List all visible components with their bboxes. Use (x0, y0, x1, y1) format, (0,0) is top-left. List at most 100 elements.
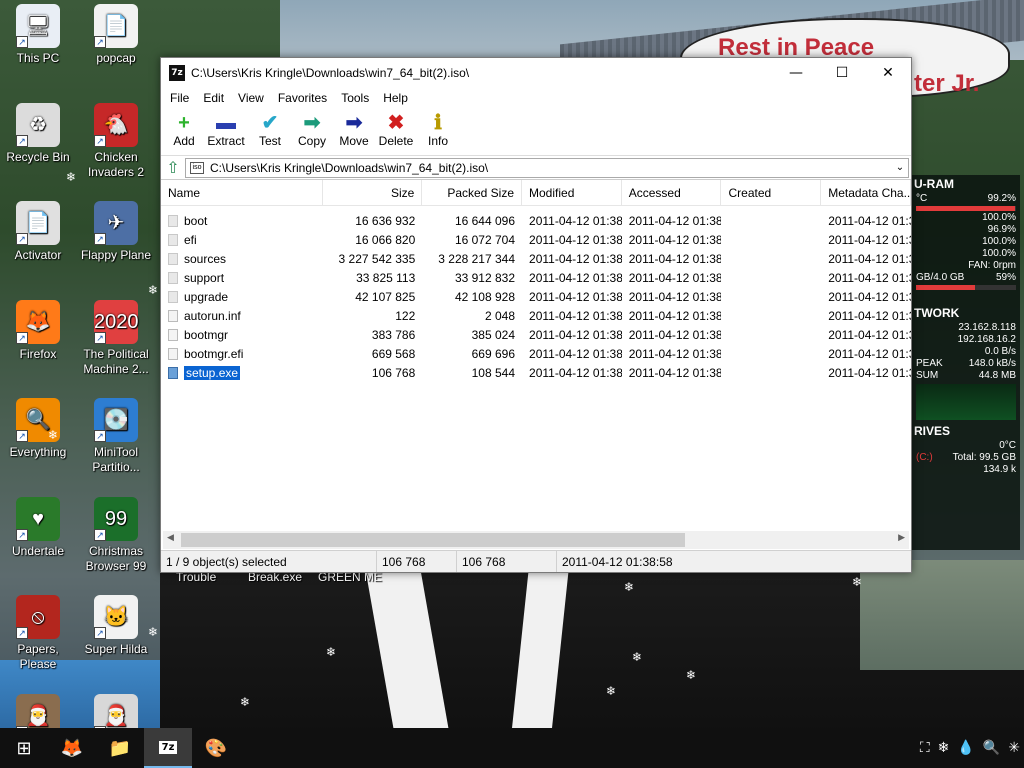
desktop-icon[interactable]: 🦊 ↗ Firefox (0, 296, 76, 362)
desktop-icon[interactable]: 🐱 ↗ Super Hilda (78, 591, 154, 657)
column-size[interactable]: Size (323, 180, 423, 205)
file-row[interactable]: efi 16 066 820 16 072 704 2011-04-12 01:38 2… (161, 230, 911, 249)
column-modified[interactable]: Modified (522, 180, 622, 205)
snowflake-icon: ❄ (852, 575, 863, 589)
desktop-icon[interactable]: ♥ ↗ Undertale (0, 493, 76, 559)
desktop-icon-image: ♻ ↗ (16, 102, 60, 147)
add-button[interactable]: + Add (165, 108, 203, 148)
cpu-percent: 99.2% (987, 193, 1016, 204)
minimize-button[interactable]: — (773, 58, 819, 88)
shortcut-arrow-icon: ↗ (16, 134, 28, 147)
desktop-icon[interactable]: 2020 ↗ The Political Machine 2... (78, 296, 154, 377)
drive-label: (C:) (916, 452, 933, 463)
shortcut-arrow-icon: ↗ (16, 528, 28, 541)
move-button[interactable]: ➡ Move (333, 108, 375, 148)
drive-sub: 134.9 k (983, 464, 1016, 475)
tray-snow-icon[interactable]: ❄ (934, 740, 954, 756)
file-accessed: 2011-04-12 01:38 (628, 270, 722, 285)
file-name: sources (184, 251, 227, 266)
file-meta: 2011-04-12 01:3 (828, 232, 911, 247)
menu-view[interactable]: View (231, 91, 271, 105)
file-row[interactable]: autorun.inf 122 2 048 2011-04-12 01:38 2011-… (161, 306, 911, 325)
file-rows: boot 16 636 932 16 644 096 2011-04-12 01:38… (161, 206, 911, 382)
desktop-icon[interactable]: 📄 ↗ popcap (78, 0, 154, 66)
ip-address: 23.162.8.118 (958, 322, 1016, 333)
file-size: 42 107 825 (355, 289, 416, 304)
file-row[interactable]: support 33 825 113 33 912 832 2011-04-12 01… (161, 268, 911, 287)
file-row[interactable]: upgrade 42 107 825 42 108 928 2011-04-12 01… (161, 287, 911, 306)
file-row[interactable]: boot 16 636 932 16 644 096 2011-04-12 01:38… (161, 211, 911, 230)
desktop-icon[interactable]: ⦸ ↗ Papers, Please (0, 591, 76, 672)
tray-search-icon[interactable]: 🔍 (979, 740, 1004, 756)
taskbar-firefox[interactable]: 🦊 (48, 728, 96, 768)
move-icon: ➡ (345, 112, 363, 134)
column-headers: Name Size Packed Size Modified Accessed … (161, 180, 911, 206)
desktop-icon[interactable]: 🐔 ↗ Chicken Invaders 2 (78, 99, 154, 180)
column-created[interactable]: Created (721, 180, 822, 205)
file-packed: 16 644 096 (454, 213, 516, 228)
file-meta: 2011-04-12 01:3 (828, 213, 911, 228)
iso-icon: iso (190, 161, 204, 174)
file-name: efi (184, 232, 197, 247)
column-name[interactable]: Name (161, 180, 323, 205)
desktop-icon[interactable]: 📄 ↗ Activator (0, 197, 76, 263)
up-folder-icon[interactable]: ⇧ (161, 158, 185, 177)
status-packed: 106 768 (457, 551, 557, 572)
tray-spark-icon[interactable]: ✳ (1004, 740, 1024, 756)
file-name: support (184, 270, 225, 285)
delete-button[interactable]: ✖ Delete (375, 108, 417, 148)
desktop-icon[interactable]: 💽 ↗ MiniTool Partitio... (78, 394, 154, 475)
menu-favorites[interactable]: Favorites (271, 91, 334, 105)
taskbar-file-explorer[interactable]: 📁 (96, 728, 144, 768)
scrollbar-thumb[interactable] (181, 533, 685, 547)
start-button[interactable]: ⊞ (0, 728, 48, 768)
column-accessed[interactable]: Accessed (622, 180, 722, 205)
file-accessed: 2011-04-12 01:38 (628, 232, 722, 247)
file-row[interactable]: bootmgr.efi 669 568 669 696 2011-04-12 01:3… (161, 344, 911, 363)
desktop-icon-label: Undertale (11, 543, 65, 558)
desktop-icon[interactable]: 99 ↗ Christmas Browser 99 (78, 493, 154, 574)
file-row[interactable]: setup.exe 106 768 108 544 2011-04-12 01:38 2… (161, 363, 911, 382)
info-button[interactable]: ℹ Info (417, 108, 459, 148)
tray-screen-icon[interactable]: ⛶ (916, 740, 934, 756)
address-bar[interactable]: iso C:\Users\Kris Kringle\Downloads\win7… (185, 157, 909, 178)
scroll-left-icon[interactable]: ◀ (167, 533, 174, 543)
file-name-cell: efi (161, 233, 323, 247)
taskbar-paint[interactable]: 🎨 (192, 728, 240, 768)
file-packed: 16 072 704 (454, 232, 516, 247)
menu-tools[interactable]: Tools (334, 91, 376, 105)
tray-drop-icon[interactable]: 💧 (953, 740, 978, 756)
close-button[interactable]: ✕ (865, 58, 911, 88)
shortcut-arrow-icon: ↗ (16, 36, 28, 48)
extract-button[interactable]: ▬ Extract (203, 108, 249, 148)
desktop-icon[interactable]: ✈ ↗ Flappy Plane (78, 197, 154, 263)
desktop-icon-image: 🖥 ↗ (16, 4, 60, 48)
file-row[interactable]: bootmgr 383 786 385 024 2011-04-12 01:38 201… (161, 325, 911, 344)
file-list[interactable]: Name Size Packed Size Modified Accessed … (161, 180, 911, 526)
menu-file[interactable]: File (163, 91, 196, 105)
gadget-cpu-header: U-RAM (914, 177, 954, 191)
menu-edit[interactable]: Edit (196, 91, 231, 105)
test-button[interactable]: ✔ Test (249, 108, 291, 148)
file-accessed: 2011-04-12 01:38 (628, 289, 722, 304)
menu-help[interactable]: Help (376, 91, 415, 105)
desktop-icon-image: ♥ ↗ (16, 496, 60, 541)
desktop-icon-label: popcap (96, 51, 136, 65)
shortcut-arrow-icon: ↗ (94, 528, 106, 541)
title-bar[interactable]: 7z C:\Users\Kris Kringle\Downloads\win7_… (161, 58, 911, 88)
horizontal-scrollbar[interactable]: ◀ ▶ (163, 531, 909, 549)
desktop-icon[interactable]: 🖥 ↗ This PC (0, 0, 76, 66)
file-meta: 2011-04-12 01:3 (828, 327, 911, 342)
7zip-window[interactable]: 7z C:\Users\Kris Kringle\Downloads\win7_… (160, 57, 912, 573)
desktop-icon[interactable]: 🔍 ↗ Everything (0, 394, 76, 460)
scroll-right-icon[interactable]: ▶ (898, 533, 905, 543)
copy-button[interactable]: ➡ Copy (291, 108, 333, 148)
taskbar-7zip[interactable]: 7z (144, 728, 192, 768)
cpu-bar (916, 206, 1016, 211)
maximize-button[interactable]: ☐ (819, 58, 865, 88)
chevron-down-icon[interactable]: ⌄ (892, 162, 908, 173)
column-packed-size[interactable]: Packed Size (422, 180, 523, 205)
column-metadata-changed[interactable]: Metadata Cha... (821, 180, 911, 205)
file-row[interactable]: sources 3 227 542 335 3 228 217 344 2011-04… (161, 249, 911, 268)
desktop-icon[interactable]: ♻ ↗ Recycle Bin (0, 99, 76, 165)
